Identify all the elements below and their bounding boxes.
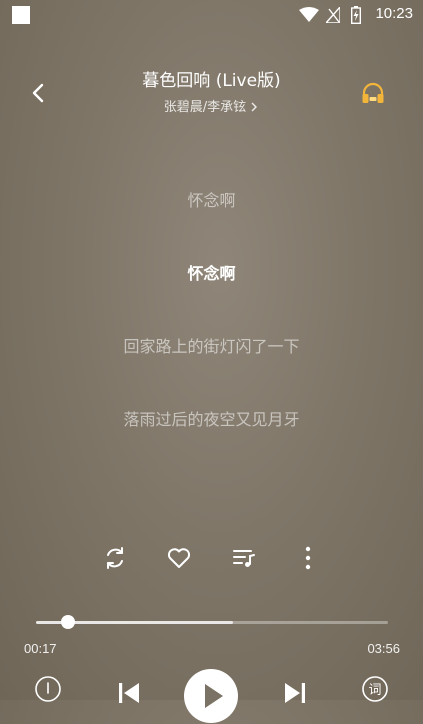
app-notification-icon: [12, 6, 30, 24]
heart-icon: [167, 548, 191, 568]
more-vertical-icon: [305, 546, 311, 570]
playlist-icon: [233, 550, 255, 567]
no-signal-icon: [326, 7, 340, 23]
more-button[interactable]: [294, 544, 322, 572]
lyric-line-current[interactable]: 怀念啊: [0, 260, 423, 284]
skip-next-icon: [285, 683, 305, 703]
repeat-icon: [107, 547, 123, 569]
lyric-line[interactable]: 落雨过后的夜空又见月牙: [0, 406, 423, 430]
chevron-right-icon: [251, 102, 258, 112]
playlist-button[interactable]: [230, 544, 258, 572]
download-icon: [35, 676, 61, 702]
wifi-icon: [299, 7, 319, 22]
lyric-line[interactable]: 怀念啊: [0, 187, 423, 211]
skip-previous-icon: [119, 683, 139, 703]
progress-thumb[interactable]: [60, 615, 75, 629]
lyric-line[interactable]: 回家路上的街灯闪了一下: [0, 333, 423, 357]
status-bar: 10:23: [0, 0, 423, 30]
lyrics-icon: 词: [362, 676, 388, 702]
artist-names: 张碧晨/李承铉: [163, 100, 247, 115]
total-time: 03:56: [367, 641, 400, 656]
headphone-button[interactable]: [360, 80, 386, 106]
status-time: 10:23: [375, 5, 413, 22]
download-button[interactable]: [34, 675, 62, 703]
next-button[interactable]: [282, 680, 308, 706]
like-button[interactable]: [165, 544, 193, 572]
battery-charging-icon: [351, 6, 361, 24]
lyrics-button[interactable]: 词: [361, 675, 389, 703]
elapsed-time: 00:17: [24, 641, 57, 656]
headphone-icon: [362, 82, 384, 103]
play-button[interactable]: [183, 668, 239, 724]
lyrics-button-glyph: 词: [368, 683, 381, 698]
previous-button[interactable]: [116, 680, 142, 706]
loop-button[interactable]: [101, 544, 129, 572]
